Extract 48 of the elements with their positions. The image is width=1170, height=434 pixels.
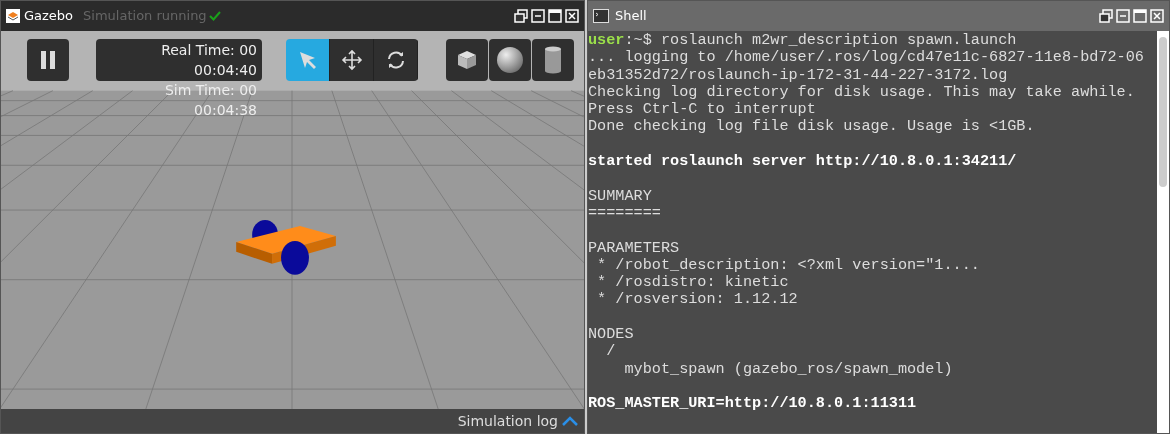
output-line: eb31352d72/roslaunch-ip-172-31-44-227-3172.log xyxy=(588,66,1009,84)
sim-time-value: 00:04:38 xyxy=(194,101,257,120)
tool-button[interactable] xyxy=(286,39,330,81)
check-icon xyxy=(208,10,221,22)
move-icon xyxy=(340,49,363,71)
minimize-icon[interactable] xyxy=(531,9,545,23)
tool-button[interactable] xyxy=(374,39,418,81)
sim-time-label: Sim Time: 00 xyxy=(164,81,257,100)
scrollbar[interactable] xyxy=(1157,31,1169,433)
terminal-icon xyxy=(593,9,609,23)
output-line: ROS_MASTER_URI=http://10.8.0.1:11311 xyxy=(588,395,918,413)
shape-button[interactable] xyxy=(532,39,574,81)
chevron-up-icon[interactable] xyxy=(562,416,578,426)
output-line: SUMMARY xyxy=(588,187,653,205)
log-label[interactable]: Simulation log xyxy=(457,410,558,432)
real-time-label: Real Time: 00 xyxy=(161,41,257,60)
tool-button[interactable] xyxy=(330,39,374,81)
cube-icon xyxy=(455,48,479,72)
output-line: * /robot_description: <?xml version="1.... xyxy=(596,256,981,275)
output-line: * /rosversion: 1.12.12 xyxy=(596,291,799,309)
pause-button[interactable] xyxy=(27,39,69,81)
restore-icon[interactable] xyxy=(1099,9,1113,23)
app-icon xyxy=(6,9,20,23)
status-text: Simulation running xyxy=(83,7,207,26)
restore-icon[interactable] xyxy=(514,9,528,23)
output-line: ======== xyxy=(588,204,662,223)
output-line: ... logging to /home/user/.ros/log/cd47e11c-6827-11e8-bd72-06 xyxy=(588,49,1145,67)
shape-button[interactable] xyxy=(489,39,531,81)
minimize-icon[interactable] xyxy=(1116,9,1130,23)
pause-icon xyxy=(41,51,55,69)
output-line: Checking log directory for disk usage. This may take awhile. xyxy=(588,83,1136,102)
output-line: * /rosdistro: kinetic xyxy=(596,274,790,292)
close-icon[interactable] xyxy=(565,9,579,23)
output-line: / xyxy=(605,343,617,361)
real-time-value: 00:04:40 xyxy=(194,61,257,80)
output-line: Press Ctrl-C to interrupt xyxy=(588,101,817,119)
window-title: Shell xyxy=(615,7,647,26)
maximize-icon[interactable] xyxy=(548,9,562,23)
window-title: Gazebo xyxy=(24,7,74,26)
output-line: mybot_spawn (gazebo_ros/spawn_model) xyxy=(623,360,954,378)
cylinder-icon xyxy=(544,46,562,74)
output-line: started roslaunch server http://10.8.0.1:34211/ xyxy=(588,153,1018,171)
sphere-icon xyxy=(496,46,524,74)
shape-button[interactable] xyxy=(446,39,488,81)
output-line: Done checking log file disk usage. Usage is <1GB. xyxy=(588,118,1036,136)
output-line: PARAMETERS xyxy=(588,239,681,257)
prompt-line: user:~$ roslaunch m2wr_description spawn.launch xyxy=(588,32,1018,50)
output-line: NODES xyxy=(588,326,635,344)
